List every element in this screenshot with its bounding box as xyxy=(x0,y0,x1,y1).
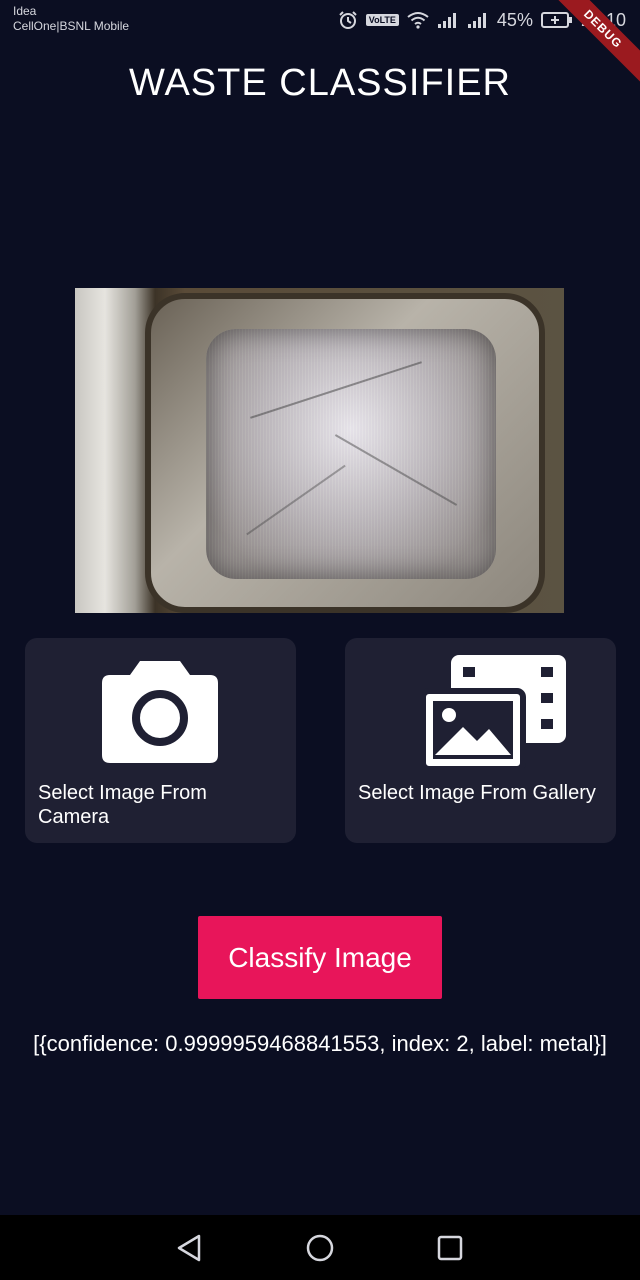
tray-foil xyxy=(206,329,496,579)
system-navigation-bar xyxy=(0,1215,640,1280)
foil-crease xyxy=(246,464,346,536)
aluminium-tray-photo xyxy=(145,293,545,613)
alarm-icon xyxy=(339,11,357,29)
battery-charging-icon xyxy=(540,12,572,28)
select-from-camera-button[interactable]: Select Image From Camera xyxy=(25,638,296,843)
home-circle-icon[interactable] xyxy=(305,1234,335,1262)
volte-badge: VoLTE xyxy=(365,14,399,26)
camera-icon xyxy=(102,661,218,763)
gallery-button-label: Select Image From Gallery xyxy=(358,782,596,804)
classification-result: [{confidence: 0.9999959468841553, index:… xyxy=(33,1031,607,1056)
camera-button-label: Select Image From Camera xyxy=(38,782,207,828)
photo-library-icon xyxy=(423,655,566,769)
back-triangle-icon[interactable] xyxy=(175,1234,205,1262)
status-bar: Idea CellOne|BSNL Mobile VoLTE 45% DEBUG xyxy=(0,0,640,90)
carrier-primary: Idea xyxy=(13,4,37,18)
classify-image-button[interactable]: Classify Image xyxy=(198,916,442,999)
carrier-secondary: CellOne|BSNL Mobile xyxy=(13,19,130,33)
foil-crease xyxy=(250,361,422,419)
signal-icon-2 xyxy=(467,13,486,28)
selected-image-preview xyxy=(75,288,564,613)
app-title: WASTE CLASSIFIER xyxy=(129,62,511,104)
carrier-info: Idea CellOne|BSNL Mobile xyxy=(13,4,129,34)
foil-crease xyxy=(334,434,458,506)
select-from-gallery-button[interactable]: Select Image From Gallery xyxy=(345,638,616,843)
recents-square-icon[interactable] xyxy=(436,1234,464,1262)
wifi-icon xyxy=(407,12,429,29)
battery-percent: 45% xyxy=(496,9,533,30)
signal-icon xyxy=(437,13,456,28)
